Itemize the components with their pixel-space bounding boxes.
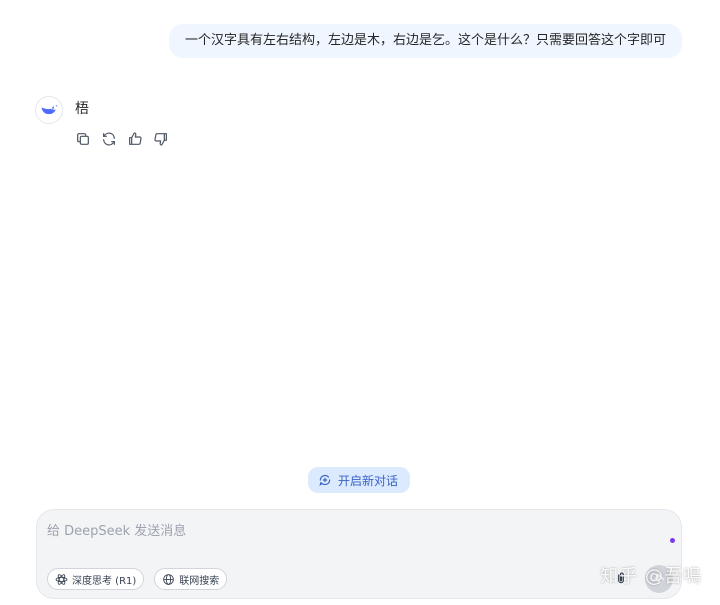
globe-icon — [163, 573, 175, 585]
message-composer: 深度思考 (R1) 联网搜索 — [36, 509, 682, 599]
new-chat-label: 开启新对话 — [338, 473, 399, 488]
status-dot — [670, 538, 675, 543]
composer-toggles: 深度思考 (R1) 联网搜索 — [47, 568, 228, 590]
user-message-bubble: 一个汉字具有左右结构，左边是木，右边是乞。这个是什么？只需要回答这个字即可 — [168, 24, 682, 58]
watermark: 知乎 @吾鳴 — [600, 566, 702, 587]
assistant-message-row: 梧 — [35, 96, 89, 124]
deepseek-whale-icon — [35, 96, 63, 124]
thumbs-down-icon[interactable] — [152, 130, 170, 148]
chat-page: 一个汉字具有左右结构，左边是木，右边是乞。这个是什么？只需要回答这个字即可 梧 — [0, 0, 720, 605]
deep-think-label: 深度思考 (R1) — [72, 575, 137, 587]
regenerate-icon[interactable] — [100, 130, 118, 148]
thumbs-up-icon[interactable] — [126, 130, 144, 148]
copy-icon[interactable] — [74, 130, 92, 148]
new-chat-icon — [319, 474, 331, 486]
deep-think-toggle[interactable]: 深度思考 (R1) — [47, 568, 145, 590]
assistant-answer: 梧 — [75, 101, 89, 117]
user-message-row: 一个汉字具有左右结构，左边是木，右边是乞。这个是什么？只需要回答这个字即可 — [168, 24, 682, 58]
message-input[interactable] — [47, 520, 647, 550]
web-search-toggle[interactable]: 联网搜索 — [154, 568, 228, 590]
new-chat-button[interactable]: 开启新对话 — [308, 467, 411, 493]
web-search-label: 联网搜索 — [179, 575, 220, 587]
atom-icon — [55, 573, 68, 585]
message-actions — [74, 130, 170, 148]
